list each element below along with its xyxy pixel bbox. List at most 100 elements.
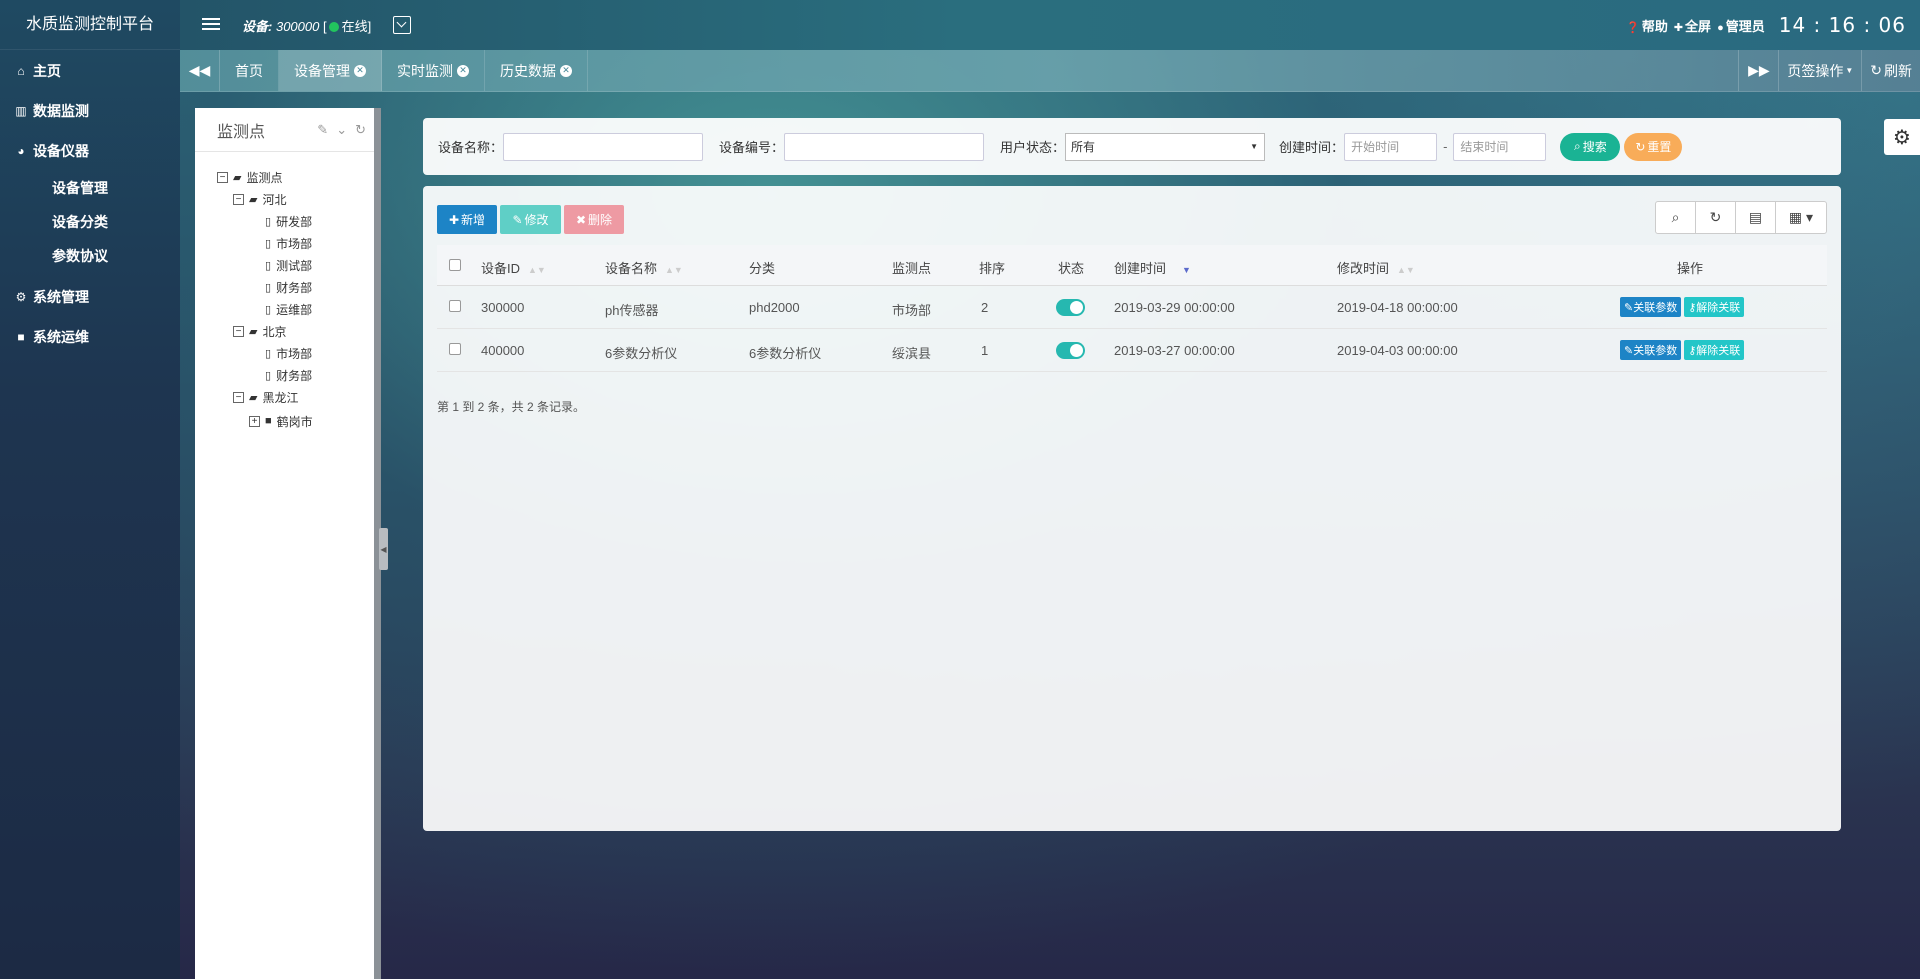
device-indicator: 设备: 300000 [在线] — [242, 16, 371, 35]
collapse-icon[interactable]: − — [233, 325, 244, 337]
delete-button[interactable]: ✖ 删除 — [564, 205, 624, 234]
columns-icon[interactable]: ▦ ▾ — [1776, 202, 1826, 233]
tab-history-data[interactable]: 历史数据 ✕ — [485, 50, 588, 91]
sidebar-item-system-ops[interactable]: ■ 系统运维 — [0, 317, 180, 357]
user-status-select[interactable]: 所有 ▼ — [1065, 132, 1266, 161]
video-camera-icon: ■ — [17, 330, 25, 344]
collapse-icon[interactable]: − — [233, 391, 244, 403]
end-time-input[interactable]: 结束时间 — [1453, 132, 1547, 161]
key-icon: ⚷ — [1688, 344, 1697, 357]
tree-node[interactable]: ▯ 运维部 — [217, 298, 374, 320]
sidebar-item-label: 数据监测 — [33, 103, 89, 119]
edit-button[interactable]: ✎ 修改 — [500, 205, 561, 234]
cell-point: 绥滨县 — [892, 346, 932, 361]
page-ops-dropdown[interactable]: 页签操作 ▼ — [1778, 50, 1861, 91]
settings-gear-icon[interactable]: ⚙ — [1884, 119, 1920, 155]
unlink-button[interactable]: ⚷ 解除关联 — [1684, 297, 1745, 317]
search-button[interactable]: ⌕ 搜索 — [1560, 132, 1621, 161]
start-time-input[interactable]: 开始时间 — [1344, 132, 1438, 161]
close-icon[interactable]: ✕ — [457, 64, 469, 77]
col-header-id[interactable]: 设备ID ▲▼ — [481, 258, 546, 277]
sidebar-item-data-monitor[interactable]: ▥ 数据监测 — [0, 91, 180, 131]
tree-node-label: 财务部 — [276, 280, 313, 295]
row-checkbox[interactable] — [449, 343, 461, 355]
toggle-view-icon[interactable]: ▤ — [1736, 202, 1776, 233]
user-menu[interactable]: ● 管理员 — [1717, 16, 1765, 35]
tab-home[interactable]: 首页 — [220, 50, 279, 91]
status-toggle[interactable] — [1056, 342, 1085, 359]
tree-node[interactable]: ▯ 研发部 — [217, 210, 374, 232]
unlink-label: 解除关联 — [1696, 345, 1741, 357]
tree-node[interactable]: ▯ 财务部 — [217, 276, 374, 298]
sidebar-item-label: 系统运维 — [33, 329, 89, 345]
tree-node[interactable]: + ■ 鹤岗市 — [217, 410, 374, 432]
question-icon: ❓ — [1626, 21, 1640, 34]
main-panel: ✚ 新增 ✎ 修改 ✖ 删除 ⌕ ↻ ▤ ▦ ▾ 设备ID ▲▼ 设备名称 ▲▼ 分类 监… — [423, 186, 1841, 831]
close-icon[interactable]: ✕ — [354, 64, 366, 77]
bar-chart-icon: ▥ — [15, 104, 27, 118]
tab-device-management[interactable]: 设备管理 ✕ — [279, 50, 382, 91]
tree-node[interactable]: − ▰ 黑龙江 — [217, 386, 374, 408]
refresh-icon[interactable]: ↻ — [355, 122, 366, 138]
caret-down-icon: ▼ — [1250, 142, 1259, 151]
col-header-created[interactable]: 创建时间 ▼ — [1114, 258, 1191, 277]
sidebar-item-system-management[interactable]: ⚙ 系统管理 — [0, 277, 180, 317]
collapse-handle-icon[interactable]: ◀ — [379, 528, 388, 570]
tab-scroll-left-icon[interactable]: ◀◀ — [180, 50, 220, 91]
tree-node[interactable]: ▯ 市场部 — [217, 232, 374, 254]
menu-toggle-icon[interactable] — [202, 18, 222, 32]
collapse-icon[interactable]: − — [217, 171, 228, 183]
link-params-button[interactable]: ✎ 关联参数 — [1620, 340, 1682, 360]
edit-icon: ✎ — [1624, 301, 1634, 314]
tree-node[interactable]: − ▰ 监测点 — [217, 166, 374, 188]
help-link[interactable]: ❓ 帮助 — [1626, 16, 1668, 35]
edit-icon: ✎ — [512, 212, 523, 227]
tree-node[interactable]: − ▰ 北京 — [217, 320, 374, 342]
refresh-icon[interactable]: ↻ — [1696, 202, 1736, 233]
device-name-label: 设备名称： — [438, 140, 504, 155]
folder-icon: ■ — [265, 415, 272, 427]
sidebar-subitem-device-category[interactable]: 设备分类 — [0, 205, 180, 239]
sidebar-subitem-param-protocol[interactable]: 参数协议 — [0, 239, 180, 273]
device-name-input[interactable] — [503, 132, 704, 161]
device-dropdown-icon[interactable] — [393, 16, 412, 34]
tree-node-label: 运维部 — [276, 302, 313, 317]
tab-realtime-monitor[interactable]: 实时监测 ✕ — [382, 50, 485, 91]
collapse-icon[interactable]: − — [233, 193, 244, 205]
device-no-input[interactable] — [784, 132, 985, 161]
sidebar-subitem-device-management[interactable]: 设备管理 — [0, 171, 180, 205]
sidebar-item-home[interactable]: ⌂ 主页 — [0, 51, 180, 91]
close-icon[interactable]: ✕ — [560, 64, 572, 77]
table-row: 300000 ph传感器 phd2000 市场部 2 2019-03-29 00… — [437, 286, 1827, 329]
tab-scroll-right-icon[interactable]: ▶▶ — [1738, 50, 1778, 91]
sort-desc-icon: ▼ — [1182, 265, 1191, 275]
search-icon[interactable]: ⌕ — [1656, 202, 1696, 233]
cell-order: 2 — [981, 300, 989, 315]
folder-open-icon: ▰ — [249, 193, 258, 206]
edit-icon[interactable]: ✎ — [317, 122, 328, 138]
sidebar: 水质监测控制平台 ⌂ 主页 ▥ 数据监测 ◕ 设备仪器 设备管理 设备分类 参数… — [0, 0, 180, 979]
reset-button[interactable]: ↻ 重置 — [1624, 132, 1683, 161]
tree-node[interactable]: ▯ 财务部 — [217, 364, 374, 386]
expand-icon[interactable]: + — [249, 415, 260, 427]
unlink-button[interactable]: ⚷ 解除关联 — [1684, 340, 1745, 360]
col-header-modified[interactable]: 修改时间 ▲▼ — [1337, 258, 1415, 277]
row-checkbox[interactable] — [449, 300, 461, 312]
chevron-down-icon[interactable]: ⌄ — [336, 122, 347, 138]
status-toggle[interactable] — [1056, 299, 1085, 316]
tree-node[interactable]: ▯ 测试部 — [217, 254, 374, 276]
file-icon: ▯ — [265, 303, 272, 316]
sidebar-item-devices[interactable]: ◕ 设备仪器 — [0, 131, 180, 171]
refresh-button[interactable]: ↻ 刷新 — [1861, 50, 1920, 91]
tree-node[interactable]: − ▰ 河北 — [217, 188, 374, 210]
tree-node[interactable]: ▯ 市场部 — [217, 342, 374, 364]
file-icon: ▯ — [265, 215, 272, 228]
expand-icon: ✚ — [1673, 21, 1684, 34]
add-button[interactable]: ✚ 新增 — [437, 205, 497, 234]
fullscreen-label: 全屏 — [1685, 18, 1712, 34]
col-header-name[interactable]: 设备名称 ▲▼ — [605, 258, 683, 277]
select-all-checkbox[interactable] — [449, 259, 461, 271]
link-params-button[interactable]: ✎ 关联参数 — [1620, 297, 1682, 317]
user-status-label: 用户状态： — [1000, 140, 1066, 155]
fullscreen-link[interactable]: ✚ 全屏 — [1674, 16, 1711, 35]
